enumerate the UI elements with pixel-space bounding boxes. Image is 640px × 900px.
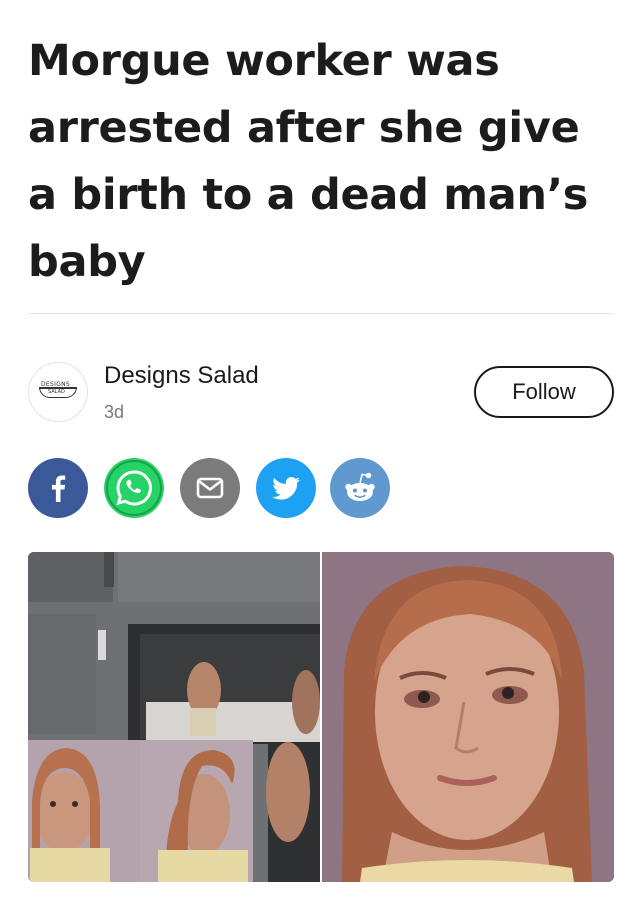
mugshot-photo[interactable]	[322, 552, 614, 882]
post-age: 3d	[104, 402, 125, 422]
whatsapp-share-button[interactable]	[104, 458, 164, 518]
twitter-bird-icon	[272, 477, 300, 500]
whatsapp-icon	[106, 460, 162, 516]
envelope-icon	[196, 477, 224, 499]
follow-button[interactable]: Follow	[474, 366, 614, 418]
author-avatar[interactable]: DESIGNS SALAD	[28, 362, 88, 422]
divider	[28, 313, 614, 314]
avatar-logo-subtext: SALAD	[48, 389, 65, 395]
reddit-share-button[interactable]	[330, 458, 390, 518]
author-name[interactable]: Designs Salad	[104, 362, 259, 390]
facebook-share-button[interactable]	[28, 458, 88, 518]
morgue-collage-photo[interactable]	[28, 552, 320, 882]
email-share-button[interactable]	[180, 458, 240, 518]
twitter-share-button[interactable]	[256, 458, 316, 518]
article-headline: Morgue worker was arrested after she giv…	[28, 36, 589, 287]
facebook-icon	[51, 475, 66, 502]
reddit-alien-icon	[345, 472, 375, 501]
